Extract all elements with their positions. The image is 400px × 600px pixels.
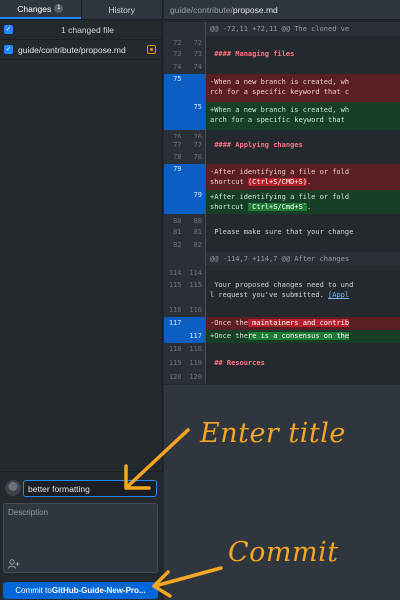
line-text: Your proposed changes need to und (210, 281, 354, 289)
diff-line[interactable]: 78 78 (164, 150, 400, 164)
diff-line[interactable]: 118 118 (164, 343, 400, 356)
line-text: arch for a specific keyword that (210, 116, 345, 124)
changed-file-item[interactable]: ✓ guide/contribute/propose.md (0, 40, 162, 60)
changes-header: ✓ 1 changed file (0, 20, 162, 40)
diff-line[interactable]: 74 74 (164, 60, 400, 74)
diff-line[interactable]: 120 120 (164, 370, 400, 384)
diff-line-deleted[interactable]: 79 -After identifying a file or fold shor… (164, 164, 400, 190)
select-all-checkbox[interactable]: ✓ (4, 25, 13, 34)
commit-summary-input[interactable] (23, 480, 157, 497)
line-text: . (306, 203, 312, 211)
line-text: #### Managing files (214, 50, 295, 58)
tab-changes-label: Changes (17, 3, 52, 14)
diff-line-added[interactable]: 117 +Once there is a consensus on the (164, 330, 400, 343)
line-text: shortcut (210, 203, 248, 211)
line-text: Please make sure that your change (210, 228, 354, 236)
line-text: #### Applying changes (214, 141, 303, 149)
line-text: ## Resources (214, 359, 265, 367)
line-text: . (306, 178, 312, 186)
annotation-commit: Commit (228, 537, 339, 568)
changes-count-badge: 1 (54, 4, 64, 13)
line-text: shortcut (210, 178, 248, 186)
commit-button[interactable]: Commit to GitHub-Guide-New-Pro... (3, 582, 158, 599)
avatar (5, 480, 21, 496)
diff-panel: guide/contribute/propose.md @@ -72,11 +7… (164, 0, 400, 600)
line-text: -When a new branch is created, wh (210, 78, 350, 86)
line-text: -After identifying a file or fold (210, 168, 350, 176)
sidebar-tabs: Changes 1 History (0, 0, 162, 20)
diff-line[interactable]: 115 115 Your proposed changes need to und… (164, 279, 400, 303)
line-text: +Once the (210, 332, 248, 340)
link-text[interactable]: [Appl (328, 291, 349, 299)
line-text: l request you've submitted. (210, 291, 329, 299)
tab-history[interactable]: History (80, 0, 163, 19)
diff-line-added[interactable]: 79 +After identifying a file or fold shor… (164, 190, 400, 214)
diff-line-deleted[interactable]: 75 -When a new branch is created, wh rch … (164, 74, 400, 102)
diff-line[interactable]: 119 119 ## Resources (164, 356, 400, 370)
file-path-bar: guide/contribute/propose.md (164, 0, 400, 20)
modified-icon (147, 45, 156, 54)
diff-line-deleted[interactable]: 117 -Once the maintainers and contrib (164, 317, 400, 330)
line-text: +After identifying a file or fold (210, 193, 350, 201)
diff-hunk-header[interactable]: @@ -114,7 +114,7 @@ After changes (164, 252, 400, 266)
changes-sidebar: Changes 1 History ✓ 1 changed file ✓ gui… (0, 0, 163, 600)
commit-description-field[interactable]: Description (3, 503, 158, 573)
commit-button-prefix: Commit to (15, 586, 52, 595)
changed-file-path: guide/contribute/propose.md (18, 44, 126, 55)
diff-line[interactable]: 82 82 (164, 238, 400, 252)
highlighted-text: re is a consensus on the (247, 332, 350, 340)
diff-hunk-header[interactable]: @@ -72,11 +72,11 @@ The cloned ve (164, 22, 400, 36)
highlighted-text: maintainers and contrib (247, 319, 350, 327)
path-file: propose.md (232, 4, 278, 15)
tab-history-label: History (108, 4, 135, 15)
tab-changes[interactable]: Changes 1 (0, 0, 81, 19)
hunk-text: @@ -114,7 +114,7 @@ After changes (210, 255, 350, 263)
path-prefix: guide/contribute/ (170, 4, 233, 15)
diff-view[interactable]: @@ -72,11 +72,11 @@ The cloned ve 72 72 7… (164, 20, 400, 385)
description-placeholder: Description (8, 508, 49, 517)
file-include-checkbox[interactable]: ✓ (4, 45, 13, 54)
commit-panel: Description Commit to GitHub-Guide-New-P… (0, 471, 163, 600)
changed-files-count: 1 changed file (61, 24, 114, 35)
diff-line[interactable]: 81 81 Please make sure that your change (164, 225, 400, 239)
annotation-enter-title: Enter title (200, 418, 346, 449)
add-coauthor-icon[interactable] (8, 559, 20, 569)
line-text: +When a new branch is created, wh (210, 106, 350, 114)
line-text: rch for a specific keyword that c (210, 88, 350, 96)
diff-line[interactable]: 114 114 (164, 266, 400, 280)
diff-line[interactable]: 116 116 (164, 303, 400, 317)
diff-line-added[interactable]: 75 +When a new branch is created, wh arch… (164, 102, 400, 130)
hunk-text: @@ -72,11 +72,11 @@ The cloned ve (210, 25, 350, 33)
diff-line[interactable]: 73 73 #### Managing files (164, 47, 400, 61)
commit-button-branch: GitHub-Guide-New-Pro... (51, 586, 146, 595)
highlighted-text: `Ctrl+S/Cmd+S` (247, 203, 307, 211)
highlighted-text: (Ctrl+S/CMD+S) (247, 178, 307, 186)
line-text: -Once the (210, 319, 248, 327)
